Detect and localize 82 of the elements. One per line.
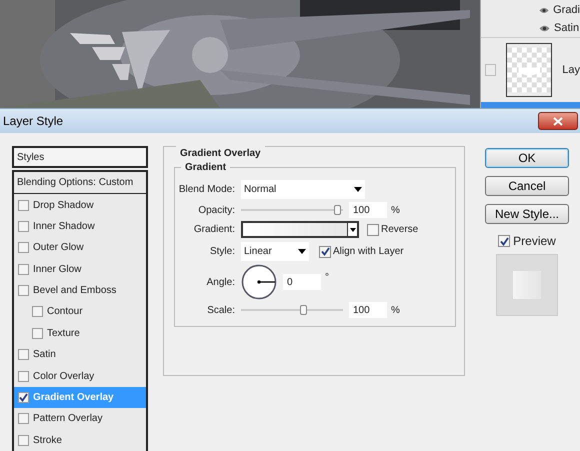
scale-slider[interactable] [241, 305, 343, 315]
eye-icon[interactable] [539, 6, 550, 14]
checkbox[interactable] [498, 235, 510, 247]
style-name: Inner Glow [33, 262, 82, 277]
unit-label: % [391, 204, 400, 218]
checkbox[interactable] [18, 285, 29, 296]
checkbox[interactable] [367, 224, 379, 236]
angle-dial[interactable] [241, 264, 277, 300]
field-label: Opacity: [197, 204, 235, 218]
style-item[interactable]: Outer Glow [14, 237, 146, 258]
dialog-button[interactable]: New Style... [485, 204, 569, 224]
checkbox[interactable] [18, 434, 29, 446]
style-name: Contour [47, 305, 83, 320]
layer-name: Lay [562, 62, 580, 78]
checkbox[interactable] [18, 264, 29, 275]
style-item[interactable]: Stroke [14, 430, 146, 451]
style-name: Outer Glow [33, 241, 84, 256]
check-icon [500, 236, 509, 246]
style-dropdown[interactable]: Linear [241, 242, 309, 261]
angle-field[interactable]: 0 [283, 274, 321, 290]
caret-icon [354, 187, 362, 192]
field-label: Style: [208, 245, 235, 259]
checkbox[interactable] [32, 328, 43, 339]
style-item[interactable]: Inner Shadow [14, 216, 146, 238]
opacity-slider[interactable] [241, 205, 343, 215]
unit-label: % [391, 304, 400, 318]
opacity-field[interactable]: 100 [349, 202, 387, 218]
checkbox[interactable] [18, 370, 29, 382]
style-name: Satin [33, 348, 56, 362]
window-title: Layer Style [3, 113, 64, 130]
effect-name: Satin [554, 20, 580, 36]
style-item[interactable]: Drop Shadow [14, 194, 146, 216]
style-name: Stroke [33, 434, 62, 448]
style-item[interactable]: Inner Glow [14, 258, 146, 280]
style-name: Texture [47, 326, 80, 341]
checkbox[interactable] [18, 220, 29, 232]
checkbox[interactable] [18, 392, 29, 404]
ok-button[interactable]: OK [485, 148, 569, 168]
checkbox[interactable] [18, 242, 29, 254]
field-label: Blend Mode: [178, 183, 235, 197]
checkbox-label: Align with Layer [333, 245, 404, 259]
dialog-button[interactable]: Cancel [485, 176, 569, 196]
style-item[interactable]: Contour [14, 301, 146, 323]
preview-swatch [496, 254, 558, 316]
gradient-picker[interactable] [241, 221, 359, 238]
caret-icon [298, 249, 306, 254]
checkbox[interactable] [319, 246, 331, 258]
style-item[interactable]: Bevel and Emboss [14, 280, 146, 302]
style-item[interactable]: Texture [14, 322, 146, 344]
field-label: Scale: [206, 304, 235, 318]
blend-mode-dropdown[interactable]: Normal [241, 180, 365, 199]
section-title: Gradient Overlay [176, 146, 265, 161]
check-icon [19, 393, 28, 402]
style-item[interactable]: Pattern Overlay [14, 408, 146, 430]
eye-icon[interactable] [539, 24, 550, 32]
unit-label: ° [325, 271, 329, 285]
checkbox[interactable] [18, 413, 29, 424]
scale-field[interactable]: 100 [349, 302, 387, 318]
effect-name: Gradi [553, 2, 580, 18]
style-name: Inner Shadow [33, 220, 95, 234]
style-name: Pattern Overlay [33, 412, 102, 426]
style-name: Color Overlay [33, 370, 94, 384]
close-icon [553, 116, 563, 126]
checkbox[interactable] [18, 349, 29, 360]
check-icon [320, 247, 330, 256]
style-item[interactable]: Color Overlay [14, 365, 146, 387]
style-name: Drop Shadow [33, 198, 94, 212]
styles-header[interactable]: Styles [12, 146, 148, 168]
close-button[interactable] [538, 112, 578, 130]
checkbox[interactable] [485, 64, 496, 76]
style-name: Gradient Overlay [33, 391, 114, 406]
field-label: Gradient: [192, 223, 235, 237]
blending-options-item[interactable]: Blending Options: Custom [14, 172, 146, 194]
checkbox-label: Preview [513, 233, 556, 250]
style-name: Bevel and Emboss [33, 284, 116, 298]
layer-thumbnail [506, 43, 552, 97]
style-item[interactable]: Satin [14, 344, 146, 366]
caret-icon [350, 228, 356, 232]
field-label: Angle: [206, 276, 235, 290]
checkbox[interactable] [18, 200, 29, 210]
checkbox-label: Reverse [381, 223, 418, 237]
checkbox[interactable] [32, 306, 43, 318]
